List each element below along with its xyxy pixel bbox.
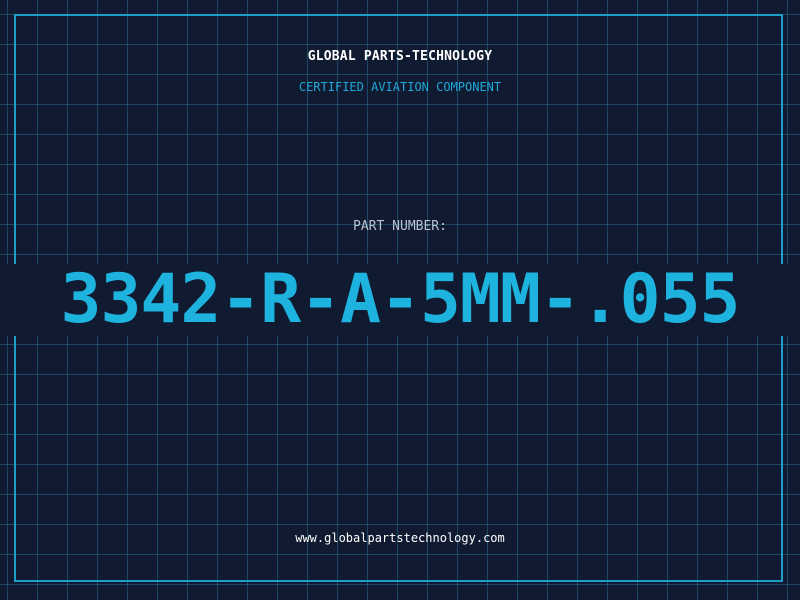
label-canvas: GLOBAL PARTS-TECHNOLOGY CERTIFIED AVIATI… <box>0 0 800 600</box>
part-number-value: 3342-R-A-5MM-.055 <box>60 260 741 339</box>
certification-tagline: CERTIFIED AVIATION COMPONENT <box>298 80 502 94</box>
brand-title: GLOBAL PARTS-TECHNOLOGY <box>307 49 493 64</box>
part-number-label: PART NUMBER: <box>353 219 447 234</box>
website-link[interactable]: www.globalpartstechnology.com <box>0 531 800 545</box>
